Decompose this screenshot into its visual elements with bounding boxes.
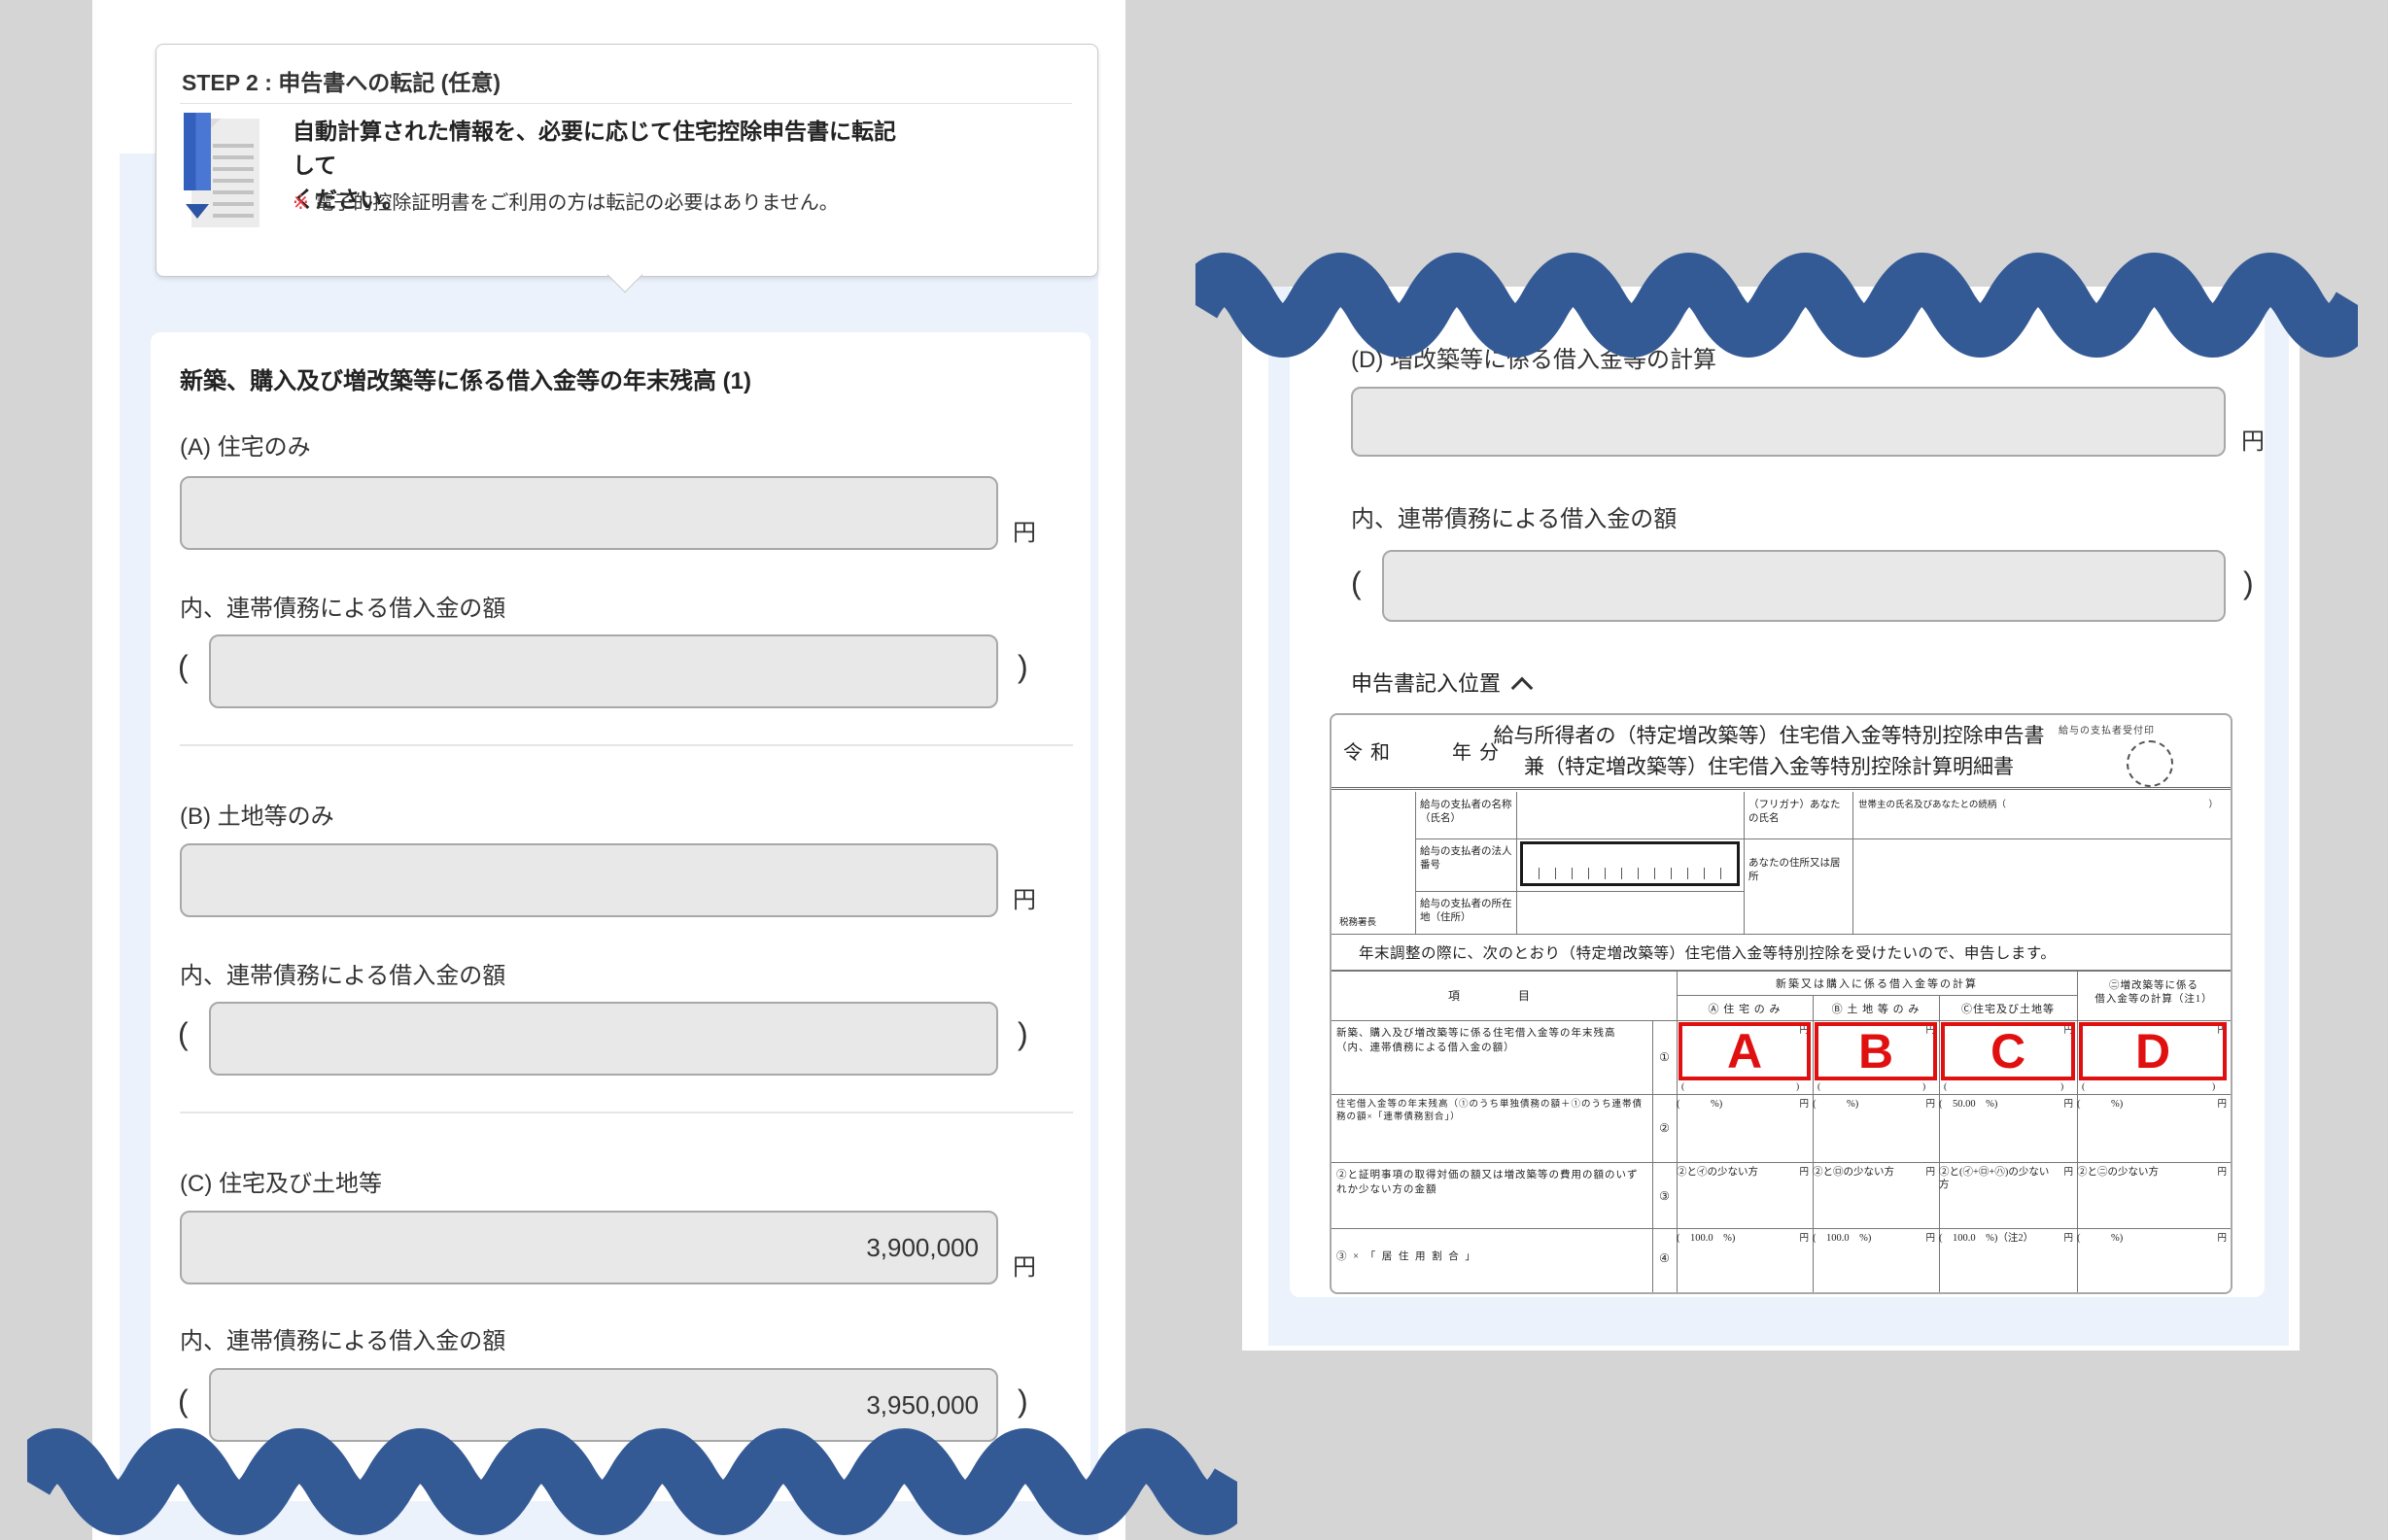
employer-stamp-note: 給与の支払者受付印 xyxy=(2059,722,2155,736)
corp-number-label: 給与の支払者の法人番号 xyxy=(1420,845,1512,873)
open-paren: ( xyxy=(178,1016,189,1052)
section-a-amount-input[interactable] xyxy=(180,476,998,550)
section-c-joint-debt-label: 内、連帯債務による借入金の額 xyxy=(180,1321,505,1355)
asterisk-mark: ※ xyxy=(293,192,309,214)
bookmark-ribbon-icon xyxy=(184,113,211,190)
section-c-yen-label: 円 xyxy=(1013,1248,1036,1282)
column-b-header: Ⓑ 土 地 等 の み xyxy=(1813,1001,1939,1016)
form-title: 給与所得者の（特定増改築等）住宅借入金等特別控除申告書 兼（特定増改築等）住宅借… xyxy=(1477,720,2060,782)
step2-card: STEP 2 : 申告書への転記 (任意) 自動計算された情報を、必要に応じて住… xyxy=(156,44,1098,277)
marker-box-c: C xyxy=(1941,1022,2075,1080)
section-divider xyxy=(180,744,1073,746)
section-d-joint-debt-input[interactable] xyxy=(1382,550,2226,622)
section-b-yen-label: 円 xyxy=(1013,880,1036,914)
close-paren: ) xyxy=(1018,1384,1028,1420)
section-b-amount-input[interactable] xyxy=(180,843,998,917)
row4-label: ③ × 「 居 住 用 割 合 」 xyxy=(1336,1249,1647,1264)
chevron-up-icon xyxy=(1511,677,1534,700)
open-paren: ( xyxy=(1351,565,1362,601)
wavy-tear-border-bottom xyxy=(27,1426,1237,1537)
section-a-label: (A) 住宅のみ xyxy=(180,428,311,462)
marker-letter-b: B xyxy=(1858,1027,1893,1076)
tax-form-preview-image: 令和 年分 給与所得者の（特定増改築等）住宅借入金等特別控除申告書 兼（特定増改… xyxy=(1330,713,2232,1294)
group-column-header: 新築又は購入に係る借入金等の計算 xyxy=(1677,975,2077,991)
marker-letter-c: C xyxy=(1990,1027,2025,1076)
declaration-sentence: 年末調整の際に、次のとおり（特定増改築等）住宅借入金等特別控除を受けたいので、申… xyxy=(1359,941,2056,963)
tax-office-label: 税務署長 xyxy=(1339,914,1376,928)
marker-box-a: A xyxy=(1679,1022,1811,1080)
row3-label: ②と証明事項の取得対価の額又は増改築等の費用の額のいずれか少ない方の金額 xyxy=(1336,1168,1647,1197)
section-c-label: (C) 住宅及び土地等 xyxy=(180,1164,382,1198)
step2-divider xyxy=(180,103,1072,104)
row3-number: ③ xyxy=(1652,1189,1677,1204)
close-paren: ) xyxy=(1018,1016,1028,1052)
row1-number: ① xyxy=(1652,1050,1677,1065)
section-b-joint-debt-input[interactable] xyxy=(209,1002,998,1076)
column-a-header: Ⓐ 住 宅 の み xyxy=(1677,1001,1813,1016)
employer-address-label: 給与の支払者の所在地（住所） xyxy=(1420,898,1512,925)
wavy-tear-border-top xyxy=(1195,251,2358,359)
row2-number: ② xyxy=(1652,1121,1677,1136)
document-transcribe-icon xyxy=(180,115,260,229)
section-c-amount-input[interactable] xyxy=(180,1211,998,1284)
furigana-name-label: （フリガナ）あなたの氏名 xyxy=(1748,799,1850,826)
loan-balance-heading: 新築、購入及び増改築等に係る借入金等の年末残高 (1) xyxy=(180,361,751,395)
section-a-yen-label: 円 xyxy=(1013,513,1036,547)
householder-label: 世帯主の氏名及びあなたとの続柄（ ） xyxy=(1858,797,2224,810)
bookmark-ribbon-tip xyxy=(186,204,209,219)
open-paren: ( xyxy=(178,1384,189,1420)
open-paren: ( xyxy=(178,649,189,685)
row2-label: 住宅借入金等の年末残高（①のうち単独債務の額＋①のうち連帯債務の額×「連帯債務割… xyxy=(1336,1099,1647,1124)
corp-number-box xyxy=(1520,841,1740,886)
section-d-yen-label: 円 xyxy=(2241,422,2265,456)
column-d-header: ㋥増改築等に係る 借入金等の計算（注1） xyxy=(2077,979,2231,1007)
section-a-joint-debt-input[interactable] xyxy=(209,634,998,708)
close-paren: ) xyxy=(1018,649,1028,685)
section-a-joint-debt-label: 内、連帯債務による借入金の額 xyxy=(180,589,505,623)
section-b-joint-debt-label: 内、連帯債務による借入金の額 xyxy=(180,956,505,990)
your-address-label: あなたの住所又は居所 xyxy=(1748,857,1850,884)
section-d-amount-input[interactable] xyxy=(1351,387,2226,457)
section-divider xyxy=(180,1112,1073,1113)
step2-title: STEP 2 : 申告書への転記 (任意) xyxy=(182,64,501,97)
marker-box-d: D xyxy=(2079,1022,2227,1080)
column-c-header: Ⓒ住宅及び土地等 xyxy=(1939,1001,2077,1016)
item-column-header: 項 目 xyxy=(1332,987,1652,1004)
row1-label: 新築、購入及び増改築等に係る住宅借入金等の年末残高（内、連帯債務による借入金の額… xyxy=(1336,1026,1647,1055)
double-rule xyxy=(1332,787,2231,790)
section-b-label: (B) 土地等のみ xyxy=(180,797,334,831)
marker-letter-a: A xyxy=(1727,1027,1762,1076)
row4-number: ④ xyxy=(1652,1251,1677,1266)
form-position-toggle-link[interactable]: 申告書記入位置 xyxy=(1351,667,1530,698)
marker-box-b: B xyxy=(1815,1022,1937,1080)
close-paren: ) xyxy=(2243,565,2254,601)
employer-name-label: 給与の支払者の名称（氏名） xyxy=(1420,799,1512,826)
section-d-joint-debt-label: 内、連帯債務による借入金の額 xyxy=(1351,499,1677,533)
stamp-circle xyxy=(2127,740,2173,787)
step2-note: ※ 電子的控除証明書をご利用の方は転記の必要はありません。 xyxy=(293,187,839,215)
marker-letter-d: D xyxy=(2135,1027,2170,1076)
